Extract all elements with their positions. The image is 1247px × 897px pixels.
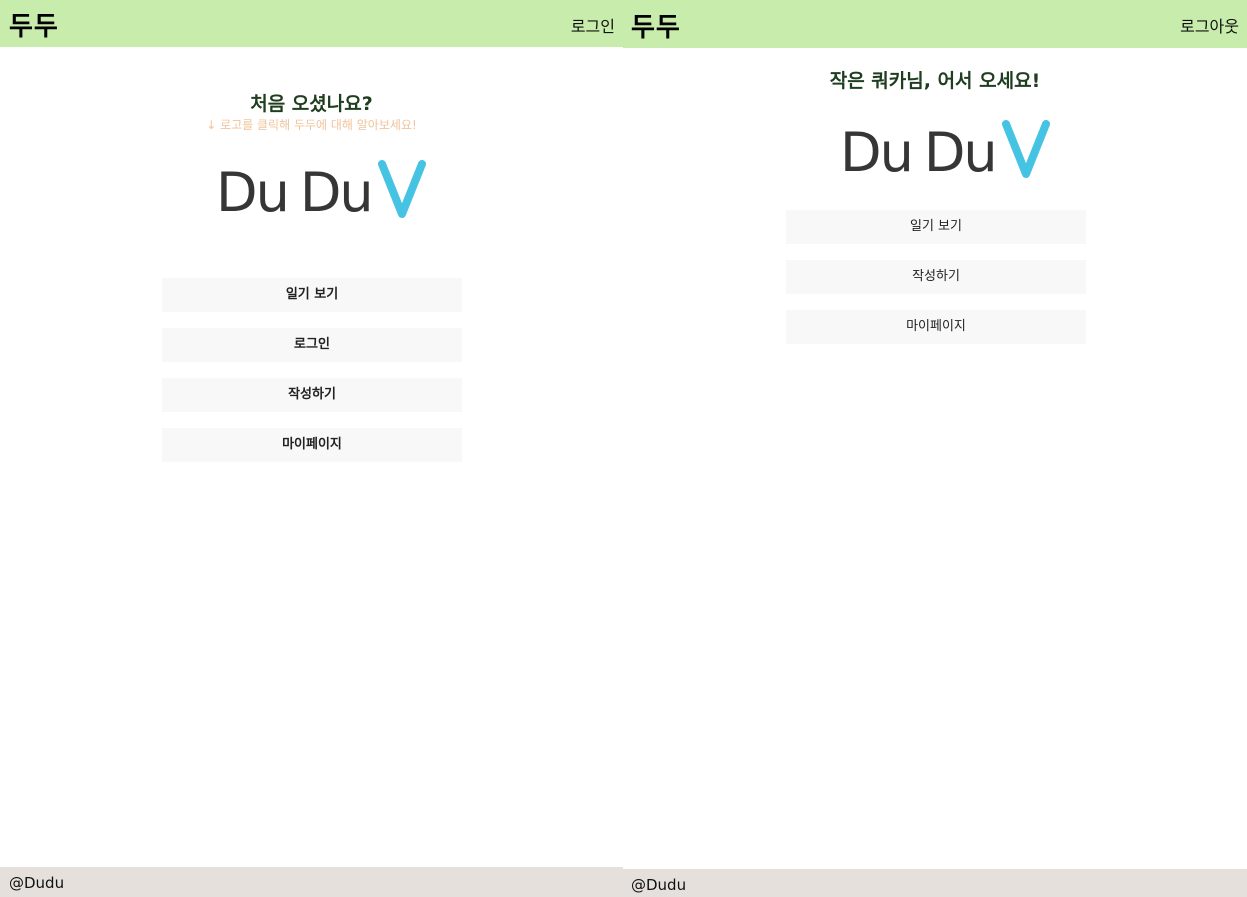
mypage-button[interactable]: 마이페이지 xyxy=(162,428,462,462)
logo-word-1: Du xyxy=(840,121,914,184)
brand-title[interactable]: 두두 xyxy=(9,6,59,43)
screens-container: 두두 로그인 처음 오셨나요? ↓ 로고를 클릭해 두두에 대해 알아보세요! … xyxy=(0,0,1247,897)
logo-word-2: Du xyxy=(923,121,998,184)
dudu-logo[interactable]: Du Du xyxy=(216,156,426,220)
logo-v-mark-icon xyxy=(377,160,426,218)
logo-word-2: Du xyxy=(299,161,374,224)
view-diary-button[interactable]: 일기 보기 xyxy=(162,278,462,312)
view-diary-button[interactable]: 일기 보기 xyxy=(786,210,1086,244)
login-button[interactable]: 로그인 xyxy=(162,328,462,362)
screen-logged-out: 두두 로그인 처음 오셨나요? ↓ 로고를 클릭해 두두에 대해 알아보세요! … xyxy=(0,0,623,897)
login-link[interactable]: 로그인 xyxy=(571,13,615,37)
logo-hint: ↓ 로고를 클릭해 두두에 대해 알아보세요! xyxy=(206,118,417,132)
write-button[interactable]: 작성하기 xyxy=(786,260,1086,294)
logo-word-1: Du xyxy=(216,161,290,224)
footer-text: @Dudu xyxy=(9,874,65,892)
header: 두두 로그인 xyxy=(0,0,623,47)
brand-title[interactable]: 두두 xyxy=(631,7,681,44)
header: 두두 로그아웃 xyxy=(623,0,1247,48)
footer: @Dudu xyxy=(623,869,1247,897)
welcome-title: 처음 오셨나요? xyxy=(250,93,373,115)
welcome-title: 작은 쿼카님, 어서 오세요! xyxy=(829,70,1041,92)
footer: @Dudu xyxy=(0,867,623,897)
mypage-button[interactable]: 마이페이지 xyxy=(786,310,1086,344)
dudu-logo[interactable]: Du Du xyxy=(840,118,1050,180)
screen-logged-in: 두두 로그아웃 작은 쿼카님, 어서 오세요! Du Du 일기 보기 작성하기… xyxy=(623,0,1247,897)
write-button[interactable]: 작성하기 xyxy=(162,378,462,412)
logout-link[interactable]: 로그아웃 xyxy=(1180,13,1239,37)
logo-v-mark-icon xyxy=(1001,120,1050,178)
footer-text: @Dudu xyxy=(631,876,687,894)
